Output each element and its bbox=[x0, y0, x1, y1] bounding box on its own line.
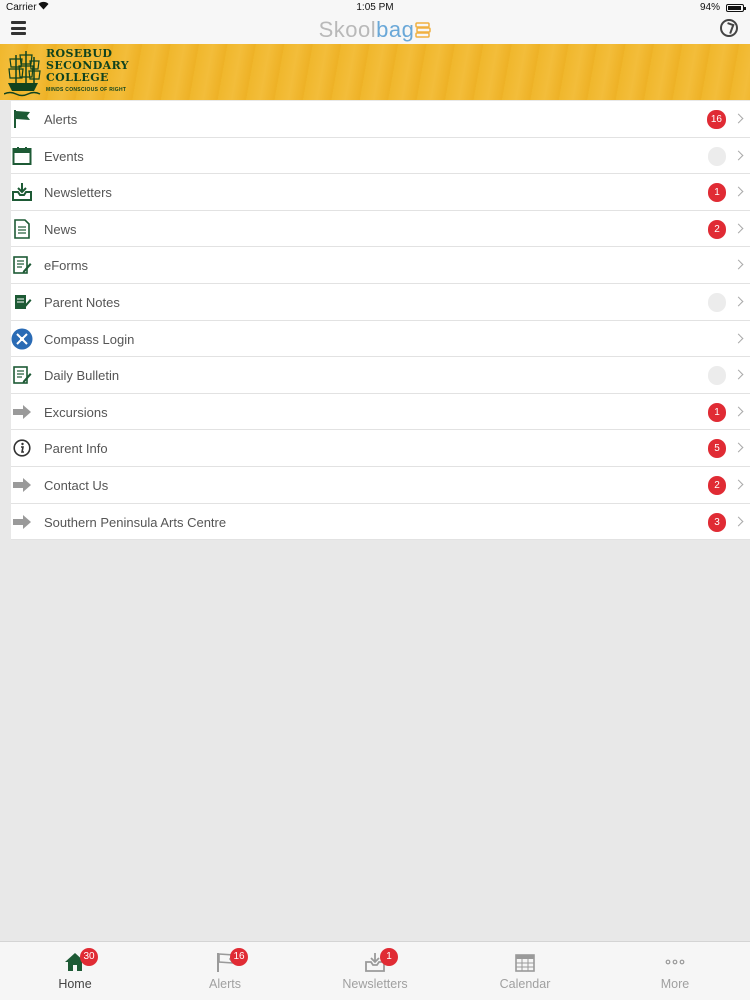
document-icon bbox=[11, 218, 33, 239]
menu-item-label: Alerts bbox=[44, 112, 78, 127]
count-badge: 16 bbox=[706, 110, 726, 129]
tab-label: Newsletters bbox=[342, 977, 408, 991]
count-badge: 2 bbox=[708, 475, 726, 495]
tab-newsletters[interactable]: 1 Newsletters bbox=[300, 942, 450, 1000]
chevron-right-icon bbox=[733, 516, 744, 526]
logo-text-skool: Skool bbox=[318, 17, 377, 42]
count-badge: 3 bbox=[708, 512, 726, 532]
chevron-right-icon bbox=[733, 113, 744, 124]
battery-percent: 94% bbox=[699, 2, 720, 13]
tab-label: Calendar bbox=[499, 977, 551, 991]
menu-item-compass-login[interactable]: Compass Login bbox=[11, 320, 750, 358]
tab-badge: 16 bbox=[230, 948, 248, 966]
tab-calendar[interactable]: Calendar bbox=[450, 942, 600, 1000]
count-badge: 5 bbox=[708, 439, 726, 459]
form-edit-icon bbox=[11, 255, 33, 275]
info-icon bbox=[11, 438, 33, 458]
menu-item-arts-centre[interactable]: Southern Peninsula Arts Centre 3 bbox=[11, 503, 750, 541]
menu-item-label: Contact Us bbox=[44, 477, 109, 493]
count-badge bbox=[708, 146, 726, 166]
logo-text-bag: bag bbox=[376, 17, 415, 42]
notes-edit-icon bbox=[11, 292, 33, 312]
chevron-right-icon bbox=[733, 479, 744, 490]
menu-item-label: Newsletters bbox=[44, 185, 112, 201]
menu-item-parent-notes[interactable]: Parent Notes bbox=[11, 283, 750, 321]
chevron-right-icon bbox=[733, 259, 744, 270]
menu-item-alerts[interactable]: Alerts 16 bbox=[11, 101, 750, 138]
tab-label: Home bbox=[58, 977, 92, 991]
tab-label: Alerts bbox=[209, 977, 241, 991]
menu-item-daily-bulletin[interactable]: Daily Bulletin bbox=[11, 357, 750, 394]
school-name-line3: COLLEGE bbox=[46, 71, 109, 84]
tab-badge: 30 bbox=[80, 948, 98, 966]
count-badge: 2 bbox=[708, 219, 726, 239]
menu-item-news[interactable]: News 2 bbox=[11, 210, 750, 248]
menu-item-events[interactable]: Events bbox=[11, 137, 750, 175]
tab-badge: 1 bbox=[380, 948, 398, 966]
menu-item-label: eForms bbox=[44, 258, 89, 274]
nav-bar: Skoolbag bbox=[0, 16, 750, 44]
arrow-right-icon bbox=[11, 475, 33, 495]
count-badge: 1 bbox=[708, 183, 726, 203]
menu-item-contact-us[interactable]: Contact Us 2 bbox=[11, 466, 750, 504]
count-badge: 1 bbox=[708, 402, 726, 422]
battery-icon bbox=[726, 4, 746, 12]
count-badge bbox=[708, 292, 726, 312]
sync-icon[interactable] bbox=[720, 19, 738, 37]
app-logo: Skoolbag bbox=[0, 17, 750, 44]
ship-crest-icon bbox=[4, 51, 41, 97]
chevron-right-icon bbox=[733, 186, 744, 197]
arrow-right-icon bbox=[11, 512, 33, 532]
chevron-right-icon bbox=[733, 333, 744, 344]
menu-item-parent-info[interactable]: Parent Info 5 bbox=[11, 430, 750, 467]
school-banner: ROSEBUD SECONDARY COLLEGE MINDS CONSCIOU… bbox=[0, 44, 750, 100]
chevron-right-icon bbox=[733, 223, 744, 234]
status-bar: Carrier 1:05 PM 94% bbox=[0, 0, 750, 16]
arrow-right-icon bbox=[11, 402, 33, 422]
chevron-right-icon bbox=[733, 406, 744, 417]
menu-item-label: Parent Info bbox=[44, 441, 108, 457]
compass-icon bbox=[11, 328, 33, 350]
flag-icon bbox=[11, 109, 33, 129]
menu-item-label: Compass Login bbox=[44, 331, 135, 347]
bulletin-edit-icon bbox=[11, 365, 33, 385]
books-icon bbox=[415, 18, 432, 44]
menu-item-label: Excursions bbox=[44, 404, 108, 420]
menu-item-label: Southern Peninsula Arts Centre bbox=[44, 514, 227, 530]
chevron-right-icon bbox=[733, 369, 744, 380]
calendar-icon bbox=[11, 146, 33, 166]
count-badge bbox=[708, 366, 726, 386]
clock: 1:05 PM bbox=[356, 2, 394, 13]
tab-label: More bbox=[660, 977, 690, 991]
more-dots-icon bbox=[665, 959, 685, 965]
menu-item-label: News bbox=[44, 221, 77, 237]
chevron-right-icon bbox=[733, 150, 744, 161]
menu-item-eforms[interactable]: eForms bbox=[11, 247, 750, 284]
tab-more[interactable]: More bbox=[600, 942, 750, 1000]
menu-item-label: Parent Notes bbox=[44, 294, 120, 310]
menu-item-newsletters[interactable]: Newsletters 1 bbox=[11, 174, 750, 211]
menu-list: Alerts 16 Events Newsletters 1 News 2 eF… bbox=[11, 101, 750, 541]
tab-home[interactable]: 30 Home bbox=[0, 942, 150, 1000]
school-motto: MINDS CONSCIOUS OF RIGHT bbox=[46, 87, 127, 93]
tab-alerts[interactable]: 16 Alerts bbox=[150, 942, 300, 1000]
chevron-right-icon bbox=[733, 442, 744, 453]
tab-bar: 30 Home 16 Alerts 1 Newsletters Calendar… bbox=[0, 941, 750, 1000]
menu-item-excursions[interactable]: Excursions 1 bbox=[11, 393, 750, 431]
inbox-download-icon bbox=[11, 182, 33, 202]
school-name: ROSEBUD SECONDARY COLLEGE bbox=[46, 48, 129, 84]
menu-item-label: Daily Bulletin bbox=[44, 368, 120, 384]
menu-item-label: Events bbox=[44, 148, 84, 164]
calendar-icon bbox=[515, 954, 535, 972]
chevron-right-icon bbox=[733, 296, 744, 307]
